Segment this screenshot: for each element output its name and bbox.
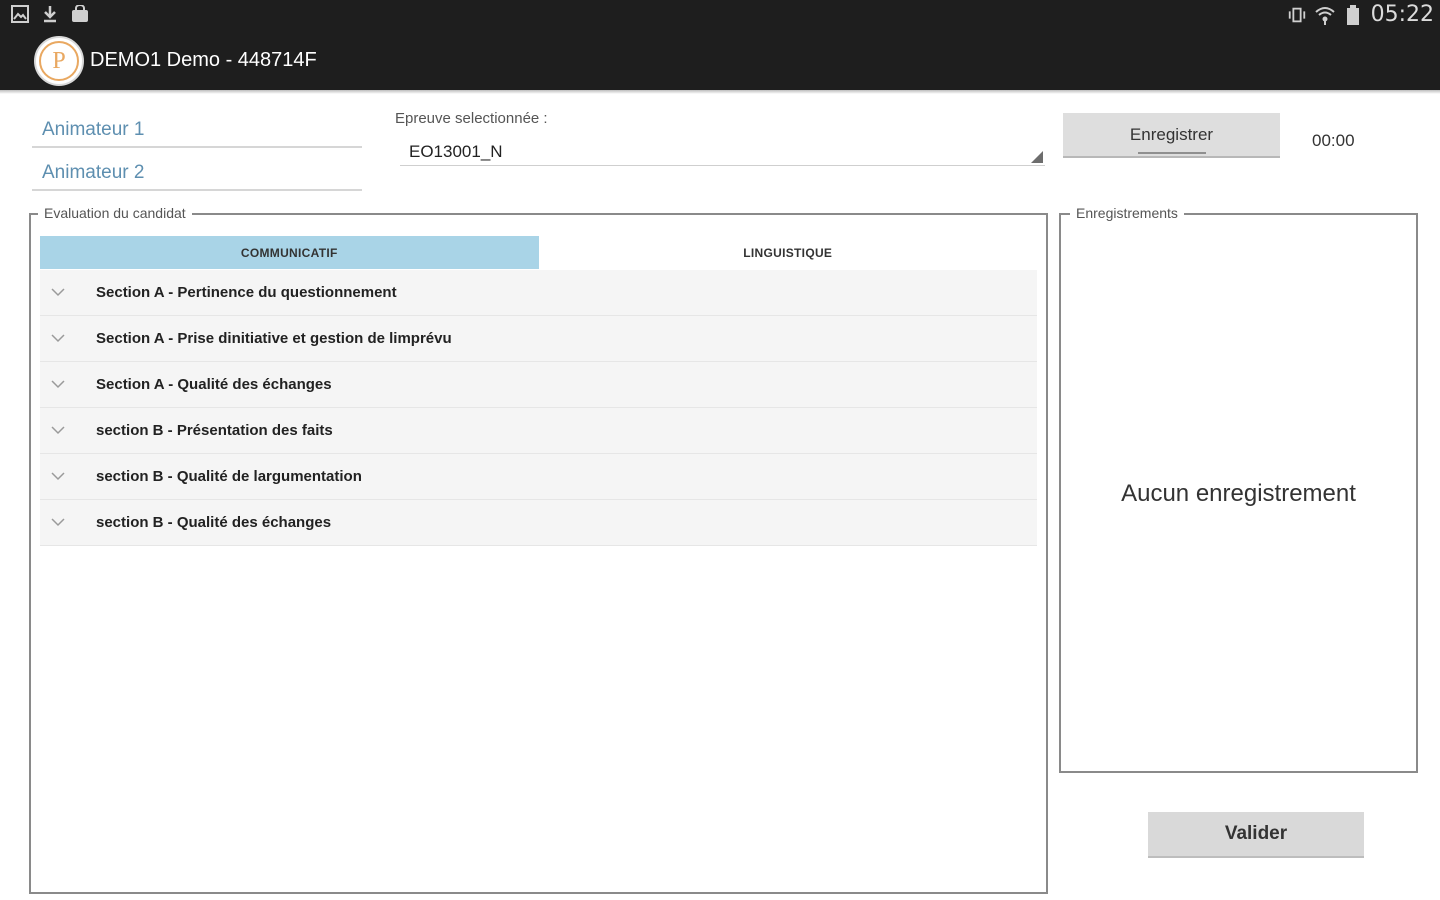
- evaluation-tabs: COMMUNICATIF LINGUISTIQUE: [40, 236, 1037, 269]
- animateur-2-input[interactable]: [32, 157, 362, 189]
- epreuve-select[interactable]: EO13001_N: [400, 136, 1045, 166]
- app-title: DEMO1 Demo - 448714F: [90, 49, 317, 71]
- wifi-icon: [1314, 5, 1335, 25]
- tab-linguistique[interactable]: LINGUISTIQUE: [539, 236, 1038, 269]
- animateur-2-field: [32, 157, 362, 191]
- animateur-1-field: [32, 114, 362, 148]
- section-row[interactable]: Section A - Prise dinitiative et gestion…: [40, 316, 1037, 362]
- record-timer: 00:00: [1312, 131, 1355, 150]
- chevron-down-icon: [51, 380, 65, 389]
- tab-communicatif[interactable]: COMMUNICATIF: [40, 236, 539, 269]
- chevron-down-icon: [51, 288, 65, 297]
- recordings-empty-text: Aucun enregistrement: [1121, 480, 1356, 507]
- section-row[interactable]: section B - Qualité de largumentation: [40, 454, 1037, 500]
- vibrate-icon: [1287, 5, 1307, 25]
- section-label: section B - Présentation des faits: [96, 422, 333, 439]
- download-icon: [40, 4, 60, 24]
- status-bar: 05:22: [0, 0, 1440, 30]
- chevron-down-icon: [51, 334, 65, 343]
- clock: 05:22: [1370, 2, 1434, 27]
- bag-icon: [70, 4, 90, 24]
- animateur-1-input[interactable]: [32, 114, 362, 146]
- app-logo[interactable]: P: [34, 36, 84, 86]
- chevron-down-icon: [51, 472, 65, 481]
- validate-button[interactable]: Valider: [1148, 812, 1364, 858]
- section-label: section B - Qualité des échanges: [96, 514, 332, 531]
- section-label: Section A - Qualité des échanges: [96, 376, 332, 393]
- section-label: section B - Qualité de largumentation: [96, 468, 362, 485]
- dropdown-arrow-icon: [1031, 151, 1043, 163]
- section-row[interactable]: section B - Qualité des échanges: [40, 500, 1037, 546]
- section-list: Section A - Pertinence du questionnement…: [40, 270, 1037, 546]
- action-bar-shadow: [0, 90, 1440, 94]
- section-label: Section A - Prise dinitiative et gestion…: [96, 330, 452, 347]
- section-label: Section A - Pertinence du questionnement: [96, 284, 397, 301]
- section-row[interactable]: Section A - Pertinence du questionnement: [40, 270, 1037, 316]
- battery-icon: [1343, 4, 1363, 25]
- action-bar: P DEMO1 Demo - 448714F: [0, 30, 1440, 90]
- chevron-down-icon: [51, 426, 65, 435]
- recordings-legend: Enregistrements: [1070, 205, 1184, 221]
- evaluation-legend: Evaluation du candidat: [38, 205, 192, 221]
- logo-letter: P: [39, 41, 79, 81]
- image-icon: [10, 4, 30, 24]
- epreuve-value: EO13001_N: [409, 142, 503, 161]
- section-row[interactable]: section B - Présentation des faits: [40, 408, 1037, 454]
- record-button-indicator: [1138, 152, 1206, 154]
- chevron-down-icon: [51, 518, 65, 527]
- epreuve-label: Epreuve selectionnée :: [395, 110, 548, 127]
- section-row[interactable]: Section A - Qualité des échanges: [40, 362, 1037, 408]
